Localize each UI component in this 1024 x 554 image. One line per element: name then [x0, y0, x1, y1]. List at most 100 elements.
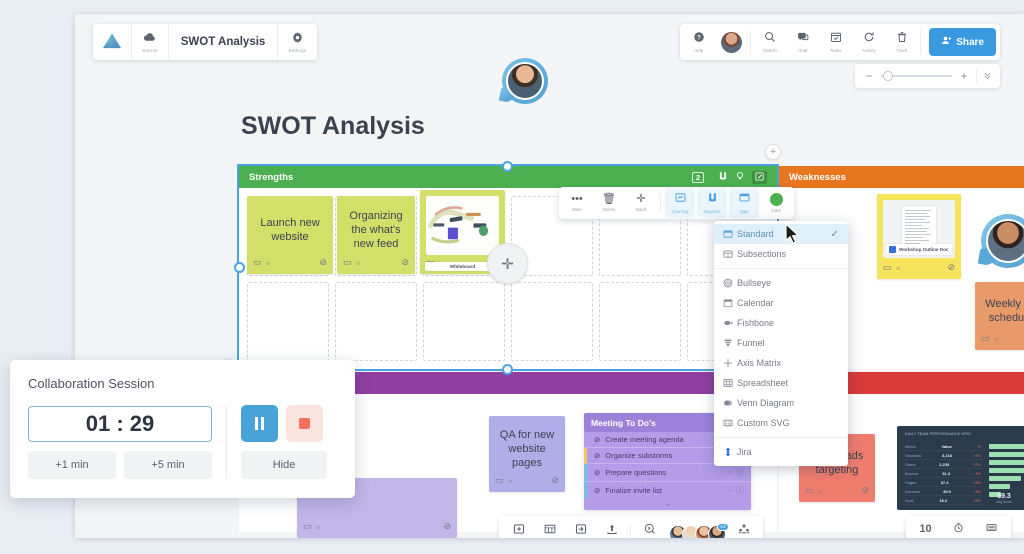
attachment-icon[interactable]: ▫	[897, 263, 900, 273]
toolbar-users-button[interactable]: Users	[728, 516, 759, 538]
check-circle-icon[interactable]: ⊘	[551, 475, 559, 486]
settings-button[interactable]: Settings	[278, 24, 316, 60]
menu-item-custom-svg[interactable]: Custom SVG	[714, 413, 848, 433]
attachment-icon[interactable]: ▫	[819, 486, 822, 496]
help-button[interactable]: ? Help	[682, 24, 715, 60]
menu-item-funnel[interactable]: Funnel	[714, 333, 848, 353]
timer-display[interactable]: 01 : 29	[28, 405, 212, 442]
toolbar-reports-button[interactable]: Reports	[596, 516, 627, 538]
widget-legend-button[interactable]: Legend	[975, 516, 1008, 538]
note-card-qa-pages[interactable]: QA for new website pages ▭ ▫ ⊘	[489, 416, 565, 492]
grid-cell[interactable]	[599, 281, 681, 361]
check-circle-icon[interactable]: ⊘	[443, 521, 451, 532]
trash-button[interactable]: Trash	[885, 24, 918, 60]
comment-icon[interactable]: ▭	[883, 262, 892, 273]
info-icon[interactable]: ⓘ	[737, 467, 745, 478]
tasks-button[interactable]: Tasks	[819, 24, 852, 60]
menu-item-venn-diagram[interactable]: Venn Diagram	[714, 393, 848, 413]
context-counting-button[interactable]: Counting	[665, 188, 695, 218]
toolbar-templates-button[interactable]: Templates	[534, 516, 565, 538]
selection-handle-left[interactable]	[234, 262, 245, 273]
stop-button[interactable]	[286, 405, 323, 442]
menu-item-spreadsheet[interactable]: Spreadsheet	[714, 373, 848, 393]
magnet-icon[interactable]	[718, 171, 728, 184]
info-icon[interactable]: ⓘ	[737, 485, 745, 496]
menu-item-fishbone[interactable]: Fishbone	[714, 313, 848, 333]
context-more-button[interactable]: ••• More	[562, 188, 592, 218]
zoom-out-button[interactable]: −	[863, 70, 875, 82]
check-circle-icon[interactable]: ⊘	[947, 262, 955, 273]
note-card-weekly-blog[interactable]: Weekly blog scheduling ▭ ▫ ⊘	[975, 282, 1024, 350]
list-item[interactable]: ⊘ Prepare questions ▫ ⓘ	[584, 464, 751, 482]
zoom-slider[interactable]	[881, 71, 952, 81]
check-circle-icon[interactable]: ⊘	[594, 451, 600, 460]
zoom-slider-handle[interactable]	[883, 71, 893, 81]
add-one-minute-button[interactable]: +1 min	[28, 450, 116, 479]
context-type-button[interactable]: Type	[729, 188, 759, 218]
context-insert-button[interactable]: ✛ Insert	[626, 188, 656, 218]
comment-icon[interactable]: ▭	[495, 475, 504, 486]
context-color-button[interactable]: Color	[761, 188, 791, 218]
attachment-icon[interactable]: ▫	[729, 486, 732, 495]
widget-timer-button[interactable]: Timer	[942, 516, 975, 538]
activity-button[interactable]: Activity	[852, 24, 885, 60]
menu-item-standard[interactable]: Standard ✓	[714, 224, 848, 244]
board-title[interactable]: SWOT Analysis	[169, 24, 279, 60]
chat-button[interactable]: Chat	[786, 24, 819, 60]
menu-item-subsections[interactable]: Subsections	[714, 244, 848, 264]
storms-button[interactable]: Storms	[132, 24, 169, 60]
lightbulb-icon[interactable]	[735, 171, 745, 184]
attachment-icon[interactable]: ▫	[317, 522, 320, 532]
toolbar-add-button[interactable]: Add	[503, 516, 534, 538]
note-card-workshop-doc[interactable]: Workshop Outline Doc ▭ ▫ ⊘	[877, 194, 961, 279]
attachment-icon[interactable]: ▫	[995, 334, 998, 344]
attachment-icon[interactable]: ▫	[509, 476, 512, 486]
chevron-double-down-icon[interactable]	[983, 71, 992, 82]
add-section-node-top[interactable]: +	[765, 144, 781, 160]
comment-icon[interactable]: ▭	[981, 333, 990, 344]
comment-icon[interactable]: ▭	[343, 257, 352, 268]
toolbar-import-button[interactable]: Import	[565, 516, 596, 538]
hide-button[interactable]: Hide	[241, 451, 327, 479]
collaborator-avatars[interactable]: 12	[669, 523, 729, 538]
widget-votes-button[interactable]: 10 Votes	[909, 516, 942, 538]
note-card-launch-website[interactable]: Launch new website ▭ ▫ ⊘	[247, 196, 333, 274]
check-circle-icon[interactable]: ⊘	[594, 486, 600, 495]
context-delete-button[interactable]: 🗑 Delete	[594, 188, 624, 218]
collaborator-avatar-weaknesses[interactable]	[977, 214, 1024, 268]
chevron-down-icon[interactable]: ⌄	[584, 499, 751, 510]
context-magnetic-button[interactable]: Magnetic	[697, 188, 727, 218]
attachment-icon[interactable]: ▫	[267, 258, 270, 268]
grid-cell[interactable]	[511, 281, 593, 361]
menu-item-bullseye[interactable]: Bullseye	[714, 273, 848, 293]
app-logo[interactable]	[93, 24, 132, 60]
check-circle-icon[interactable]: ⊘	[861, 485, 869, 496]
check-circle-icon[interactable]: ⊘	[594, 435, 600, 444]
comment-icon[interactable]: ▭	[253, 257, 262, 268]
search-button[interactable]: Search	[753, 24, 786, 60]
comment-icon[interactable]: ▭	[303, 521, 312, 532]
pause-button[interactable]	[241, 405, 278, 442]
attachment-icon[interactable]: ▫	[729, 468, 732, 477]
edit-icon[interactable]	[752, 170, 767, 184]
note-card-organizing-feed[interactable]: Organizing the what's new feed ▭ ▫ ⊘	[337, 196, 415, 274]
selection-handle-bottom[interactable]	[502, 364, 513, 375]
grid-cell[interactable]	[335, 281, 417, 361]
note-card-dashboard[interactable]: DAILY TEAM PERFORMANCE KPIS Metric Value%…	[897, 426, 1024, 510]
menu-item-jira[interactable]: Jira	[714, 442, 848, 462]
grid-cell[interactable]	[247, 281, 329, 361]
zoom-in-button[interactable]: +	[958, 70, 970, 82]
list-item[interactable]: ⊘ Finalize invite list ▫ ⓘ	[584, 482, 751, 499]
add-five-minutes-button[interactable]: +5 min	[124, 450, 212, 479]
comment-icon[interactable]: ▭	[805, 485, 814, 496]
presenter-avatar[interactable]	[502, 58, 548, 104]
check-circle-icon[interactable]: ⊘	[319, 257, 327, 268]
toolbar-actions-button[interactable]: Actions	[634, 516, 665, 538]
attachment-icon[interactable]: ▫	[357, 258, 360, 268]
check-circle-icon[interactable]: ⊘	[401, 257, 409, 268]
check-circle-icon[interactable]: ⊘	[594, 468, 600, 477]
move-handle[interactable]: ✛	[487, 243, 528, 284]
grid-cell[interactable]	[423, 281, 505, 361]
menu-item-axis-matrix[interactable]: Axis Matrix	[714, 353, 848, 373]
share-button[interactable]: Share	[929, 28, 996, 56]
